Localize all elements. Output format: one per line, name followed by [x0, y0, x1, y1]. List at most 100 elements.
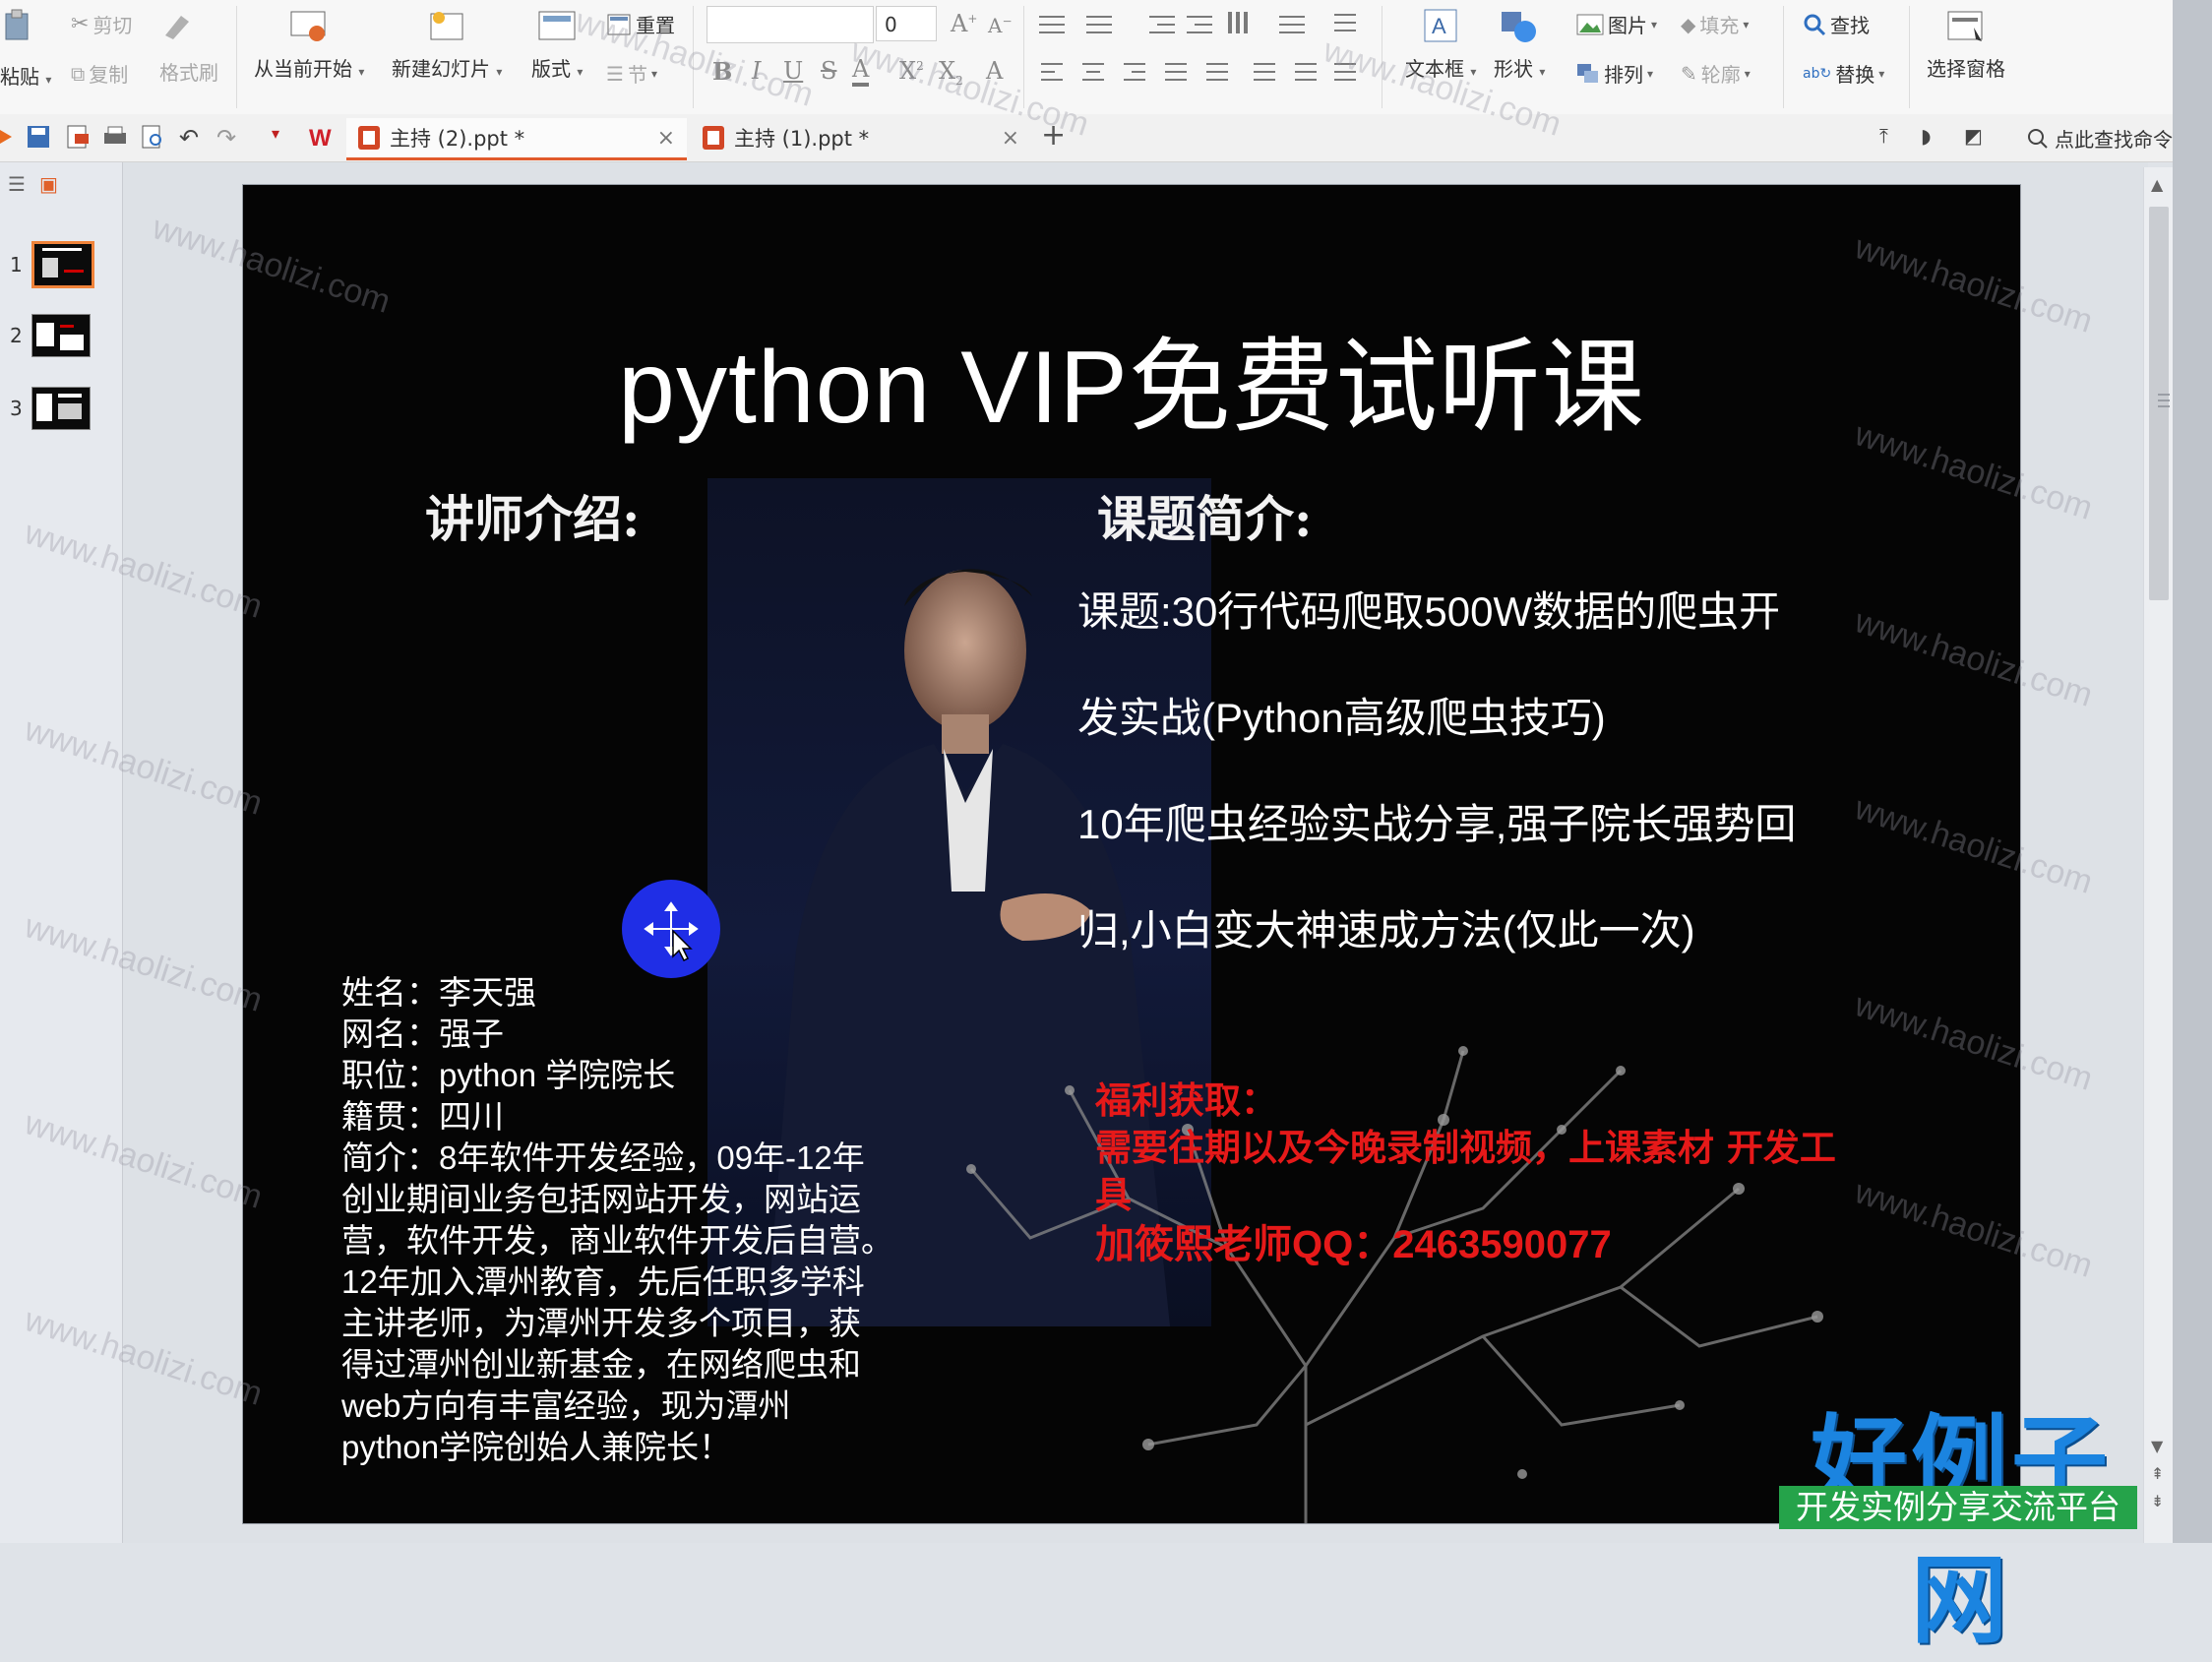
svg-text:A: A — [1432, 14, 1446, 38]
slides-view-icon[interactable]: ▣ — [39, 172, 58, 196]
selection-pane-button[interactable]: 选择窗格 — [1927, 8, 2005, 82]
increase-indent-icon[interactable] — [1187, 14, 1212, 35]
promo-line[interactable]: 具 — [1095, 1165, 1132, 1218]
redo-icon[interactable]: ↷ — [216, 124, 242, 152]
tab-label: 主持 (1).ppt * — [734, 127, 870, 151]
layout-button[interactable]: 版式 ▾ — [531, 8, 583, 82]
align-center-icon[interactable] — [1082, 61, 1108, 83]
close-tab-icon[interactable]: × — [657, 126, 675, 151]
line-spacing-dropdown-icon[interactable] — [1334, 12, 1360, 33]
quick-access-tab-bar: ↶ ↷ ▾ W 主持 (2).ppt * × 主持 (1).ppt * × + … — [0, 114, 2212, 162]
slide-thumbnail[interactable]: 2 — [10, 314, 91, 357]
paragraph-spacing-icon[interactable] — [1295, 61, 1321, 83]
course-line[interactable]: 课题:30行代码爬取500W数据的爬虫开 — [1077, 579, 1780, 639]
undo-icon[interactable]: ↶ — [179, 124, 205, 152]
text-direction-icon[interactable] — [1228, 12, 1254, 33]
export-pdf-icon[interactable] — [65, 124, 91, 150]
move-cursor-icon — [644, 901, 699, 962]
section-button[interactable]: ☰ 节 ▾ — [606, 59, 657, 88]
clear-format-icon[interactable]: A — [986, 57, 1003, 85]
ppt-file-icon — [358, 126, 380, 150]
font-size-dropdown[interactable]: 0 — [876, 6, 937, 41]
font-color-icon[interactable]: A — [852, 55, 870, 87]
tab-label: 主持 (2).ppt * — [390, 127, 525, 151]
align-left-icon[interactable] — [1041, 61, 1067, 83]
align-right-icon[interactable] — [1124, 61, 1149, 83]
distribute-icon[interactable] — [1206, 61, 1232, 83]
arrange-button[interactable]: 排列 ▾ — [1576, 59, 1653, 88]
course-line[interactable]: 归,小白变大神速成方法(仅此一次) — [1077, 897, 1695, 957]
paste-button[interactable]: 粘贴 ▾ — [0, 8, 51, 90]
new-slide-button[interactable]: 新建幻灯片 ▾ — [392, 8, 502, 82]
replace-button[interactable]: ab↻ 替换 ▾ — [1803, 59, 1884, 88]
slide-canvas[interactable]: python VIP免费试听课 讲师介绍: 课题简介: 课题:30行代码爬取50… — [243, 185, 2020, 1523]
bullets-icon[interactable] — [1039, 14, 1065, 35]
next-slide-icon[interactable]: ⇟ — [2151, 1492, 2164, 1510]
course-heading[interactable]: 课题简介: — [1097, 480, 1312, 551]
font-name-dropdown[interactable] — [707, 6, 874, 43]
underline-icon[interactable]: U — [783, 57, 803, 85]
text-box-button[interactable]: A 文本框 ▾ — [1405, 8, 1476, 82]
fill-button[interactable]: ◆ 填充 ▾ — [1681, 10, 1749, 38]
format-painter-button[interactable]: 格式刷 — [159, 10, 218, 86]
strikethrough-icon[interactable]: S — [821, 57, 836, 85]
thumbnail-number: 3 — [10, 397, 23, 420]
instructor-heading[interactable]: 讲师介绍: — [425, 480, 640, 551]
outline-button[interactable]: ✎ 轮廓 ▾ — [1681, 59, 1751, 88]
course-line[interactable]: 发实战(Python高级爬虫技巧) — [1077, 685, 1606, 745]
subscript-icon[interactable]: X2 — [939, 57, 963, 88]
promo-heading[interactable]: 福利获取： — [1095, 1071, 1277, 1124]
instructor-bio[interactable]: 姓名：李天强 网名：强子 职位：python 学院院长 籍贯：四川 简介：8年软… — [341, 972, 932, 1468]
bold-icon[interactable]: B — [712, 57, 732, 86]
cut-button[interactable]: ✂ 剪切 — [71, 10, 132, 38]
app-menu-icon[interactable] — [0, 124, 26, 150]
shrink-font-icon[interactable]: A− — [988, 14, 1013, 37]
command-search[interactable]: 点此查找命令 — [2027, 124, 2173, 153]
picture-button[interactable]: 图片 ▾ — [1576, 10, 1657, 38]
outline-label: 轮廓 — [1700, 63, 1741, 87]
course-line[interactable]: 10年爬虫经验实战分享,强子院长强势回 — [1077, 791, 1796, 851]
save-icon[interactable] — [26, 124, 51, 150]
slide-title[interactable]: python VIP免费试听课 — [243, 303, 2020, 452]
new-tab-button[interactable]: + — [1041, 118, 1067, 153]
previous-slide-icon[interactable]: ⇞ — [2151, 1464, 2164, 1483]
print-preview-icon[interactable] — [140, 124, 165, 150]
skin-icon[interactable]: ◩ — [1964, 124, 1990, 150]
find-button[interactable]: 查找 — [1803, 10, 1870, 38]
close-tab-icon[interactable]: × — [1002, 126, 1019, 151]
tab-document-2[interactable]: 主持 (2).ppt * × — [346, 118, 687, 160]
wps-logo-icon[interactable]: W — [309, 124, 335, 150]
format-painter-label: 格式刷 — [159, 61, 218, 85]
slide-thumbnail[interactable]: 1 — [10, 241, 94, 288]
numbering-icon[interactable] — [1086, 14, 1112, 35]
from-current-button[interactable]: 从当前开始 ▾ — [254, 8, 364, 82]
copy-label: 复制 — [89, 63, 129, 87]
scrollbar-thumb[interactable] — [2149, 207, 2170, 600]
reset-button[interactable]: 重置 — [606, 10, 675, 38]
promo-line[interactable]: 需要往期以及今晚录制视频，上课素材 开发工 — [1095, 1118, 1836, 1171]
promo-qq-line[interactable]: 加筱熙老师QQ：2463590077 — [1095, 1212, 1612, 1269]
minimize-ribbon-icon[interactable]: ⤒ — [1879, 124, 1905, 150]
outline-view-icon[interactable]: ☰ — [8, 172, 26, 196]
decrease-indent-icon[interactable] — [1149, 14, 1175, 35]
command-search-label: 点此查找命令 — [2055, 128, 2173, 152]
scrollbar-grip — [2158, 400, 2170, 401]
grow-font-icon[interactable]: A+ — [951, 10, 977, 37]
columns-icon[interactable] — [1334, 61, 1360, 83]
slide-thumbnail[interactable]: 3 — [10, 387, 91, 430]
line-spacing-icon[interactable] — [1254, 61, 1279, 83]
vertical-scrollbar[interactable]: ▲ ▼ ⇞ ⇟ — [2143, 167, 2174, 1543]
scroll-down-arrow-icon[interactable]: ▼ — [2151, 1437, 2163, 1455]
text-box-icon: A — [1424, 9, 1457, 42]
tab-document-1[interactable]: 主持 (1).ppt * × — [691, 118, 1031, 157]
scroll-up-arrow-icon[interactable]: ▲ — [2151, 175, 2163, 194]
print-icon[interactable] — [102, 124, 128, 150]
italic-icon[interactable]: I — [752, 57, 761, 85]
customize-toolbar-icon[interactable]: ▾ — [272, 124, 297, 150]
superscript-icon[interactable]: X2 — [899, 57, 924, 85]
copy-button[interactable]: ⧉ 复制 — [71, 59, 128, 88]
align-text-icon[interactable] — [1279, 14, 1305, 35]
help-icon[interactable]: ◗ — [1921, 124, 1946, 150]
justify-icon[interactable] — [1165, 61, 1191, 83]
shape-button[interactable]: 形状 ▾ — [1494, 8, 1545, 82]
